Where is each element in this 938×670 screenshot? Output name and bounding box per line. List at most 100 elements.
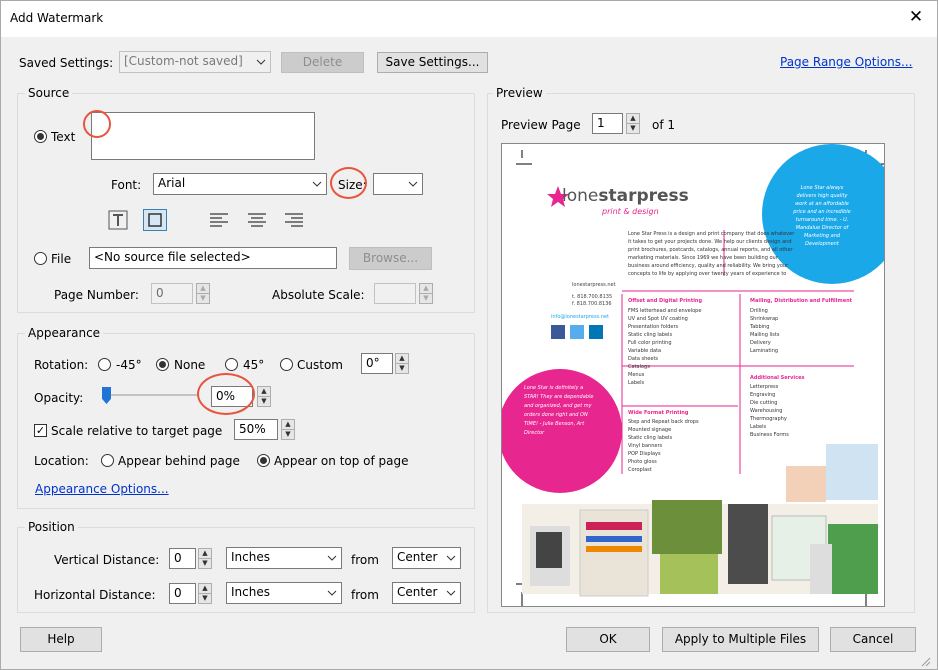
- vertical-distance-spinner[interactable]: ▲ ▼: [198, 548, 212, 569]
- page-range-options-link[interactable]: Page Range Options...: [780, 55, 912, 69]
- preview-page-spinner[interactable]: ▲ ▼: [626, 113, 640, 134]
- horizontal-unit-value: Inches: [231, 585, 270, 599]
- save-settings-button[interactable]: Save Settings...: [377, 52, 488, 73]
- delete-button[interactable]: Delete: [281, 52, 364, 73]
- list-item: Shrinkwrap: [750, 316, 779, 322]
- list-item: Step and Repeat back drops: [628, 419, 699, 425]
- location-behind-radio[interactable]: [101, 454, 114, 467]
- page-number-spinner[interactable]: ▲ ▼: [196, 283, 210, 304]
- location-top-radio[interactable]: [257, 454, 270, 467]
- list-item: Warehousing: [750, 408, 783, 414]
- location-behind-label: Appear behind page: [118, 454, 240, 468]
- horizontal-distance-spinner[interactable]: ▲ ▼: [198, 583, 212, 604]
- scale-spinner[interactable]: ▲ ▼: [281, 419, 295, 440]
- size-dropdown[interactable]: [373, 173, 423, 195]
- chevron-down-icon: [442, 548, 460, 568]
- annotation-circle: [330, 167, 367, 199]
- saved-settings-label: Saved Settings:: [19, 56, 114, 70]
- watermark-text-input[interactable]: [91, 112, 315, 160]
- list-item: UV and Spot UV coating: [628, 316, 688, 322]
- title-bar: Add Watermark ✕: [1, 1, 937, 37]
- list-item: POP Displays: [628, 451, 661, 457]
- list-item: FMS letterhead and envelope: [628, 308, 702, 314]
- text-radio-label: Text: [51, 130, 76, 144]
- list-item: Drilling: [750, 308, 768, 314]
- page-number-input[interactable]: 0: [151, 283, 193, 304]
- ok-button[interactable]: OK: [566, 627, 650, 652]
- page-count-label: of 1: [652, 118, 676, 132]
- horizontal-from-value: Center: [397, 585, 438, 599]
- rotation-minus45-radio[interactable]: [98, 358, 111, 371]
- list-item: Labels: [628, 380, 645, 386]
- chevron-down-icon: [442, 583, 460, 603]
- source-file-field: <No source file selected>: [89, 247, 337, 269]
- appearance-options-link[interactable]: Appearance Options...: [35, 482, 169, 496]
- browse-button[interactable]: Browse...: [349, 247, 432, 270]
- chevron-down-icon: [308, 174, 326, 194]
- rotation-45-radio[interactable]: [225, 358, 238, 371]
- horizontal-distance-input[interactable]: 0: [169, 583, 196, 604]
- saved-settings-value: [Custom-not saved]: [124, 54, 243, 68]
- align-left-icon[interactable]: [207, 209, 231, 231]
- col1-heading: Offset and Digital Printing: [628, 298, 703, 304]
- list-item: Mounted signage: [628, 427, 672, 433]
- contact-phone-2: f. 818.700.8136: [572, 301, 612, 307]
- absolute-scale-spinner[interactable]: ▲ ▼: [419, 283, 433, 304]
- rotation-custom-radio[interactable]: [280, 358, 293, 371]
- rotation-custom-label: Custom: [297, 358, 343, 372]
- chevron-down-icon: [404, 174, 422, 194]
- col4-list: Letterpress Engraving Die cutting Wareho…: [750, 383, 860, 439]
- list-item: Full color printing: [628, 340, 672, 346]
- chevron-down-icon: [323, 583, 341, 603]
- cancel-button[interactable]: Cancel: [830, 627, 916, 652]
- preview-page-input[interactable]: 1: [592, 113, 623, 134]
- rotation-minus45-label: -45°: [116, 358, 142, 372]
- list-item: Thermography: [750, 416, 787, 422]
- apply-to-multiple-files-button[interactable]: Apply to Multiple Files: [662, 627, 819, 652]
- vertical-from-dropdown[interactable]: Center: [392, 547, 461, 569]
- opacity-label: Opacity:: [34, 391, 84, 405]
- appearance-group-title: Appearance: [25, 326, 104, 340]
- list-item: Menus: [628, 372, 645, 378]
- vertical-distance-input[interactable]: 0: [169, 548, 196, 569]
- location-top-label: Appear on top of page: [274, 454, 409, 468]
- opacity-spinner[interactable]: ▲ ▼: [257, 386, 271, 407]
- vertical-unit-dropdown[interactable]: Inches: [226, 547, 342, 569]
- contact-email: info@lonestarpress.net: [551, 314, 609, 320]
- help-button[interactable]: Help: [20, 627, 102, 652]
- logo-tagline: print & design: [602, 207, 659, 216]
- quote-bottom: Lone Star is definitely a STAR! They are…: [524, 385, 594, 436]
- align-right-icon[interactable]: [282, 209, 306, 231]
- list-item: Coroplast: [628, 467, 652, 473]
- list-item: Tabbing: [750, 324, 770, 330]
- rotation-none-radio[interactable]: [156, 358, 169, 371]
- file-radio[interactable]: [34, 252, 47, 265]
- add-watermark-dialog: Add Watermark ✕ Saved Settings: [Custom-…: [0, 0, 938, 670]
- opacity-slider-track[interactable]: [105, 394, 197, 396]
- horizontal-unit-dropdown[interactable]: Inches: [226, 582, 342, 604]
- text-radio[interactable]: [34, 130, 47, 143]
- align-center-icon[interactable]: [245, 209, 269, 231]
- close-icon[interactable]: ✕: [904, 5, 928, 29]
- annotation-circle: [197, 373, 255, 415]
- text-style-icon[interactable]: [106, 209, 130, 231]
- scale-relative-checkbox[interactable]: ✓: [34, 424, 47, 437]
- outline-style-icon[interactable]: [143, 209, 167, 231]
- scale-input[interactable]: 50%: [234, 419, 278, 440]
- source-group-title: Source: [25, 86, 73, 100]
- font-dropdown[interactable]: Arial: [153, 173, 327, 195]
- resize-grip-icon[interactable]: [919, 655, 931, 667]
- file-radio-label: File: [51, 252, 72, 266]
- saved-settings-dropdown[interactable]: [Custom-not saved]: [119, 51, 271, 73]
- rotation-spinner[interactable]: ▲ ▼: [395, 353, 409, 374]
- list-item: Letterpress: [750, 384, 779, 390]
- horizontal-from-dropdown[interactable]: Center: [392, 582, 461, 604]
- absolute-scale-input[interactable]: [374, 283, 416, 304]
- preview-page-label: Preview Page: [501, 118, 581, 132]
- rotation-custom-input[interactable]: 0°: [361, 353, 393, 374]
- scale-relative-label: Scale relative to target page: [51, 424, 223, 438]
- col4-heading: Additional Services: [750, 375, 805, 381]
- col2-list: Drilling Shrinkwrap Tabbing Mailing list…: [750, 307, 860, 355]
- col1-list: FMS letterhead and envelope UV and Spot …: [628, 307, 738, 387]
- col2-heading: Mailing, Distribution and Fulfillment: [750, 298, 853, 304]
